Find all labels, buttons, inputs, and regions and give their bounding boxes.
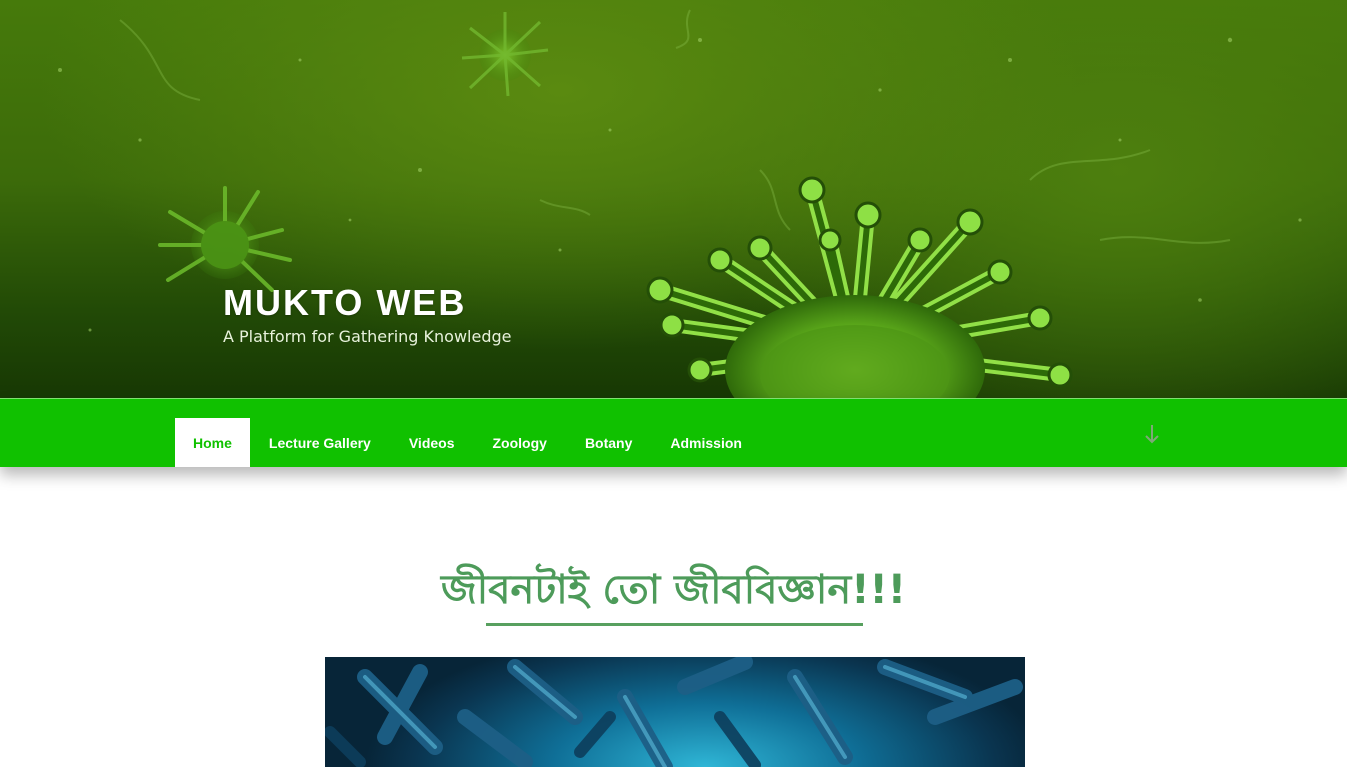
- nav-item-botany[interactable]: Botany: [566, 418, 651, 467]
- arrow-down-icon: [1145, 425, 1159, 444]
- page-heading: জীবনটাই তো জীববিজ্ঞান!!!: [441, 567, 906, 613]
- site-title[interactable]: MUKTO WEB: [223, 282, 512, 324]
- nav-item-lecture-gallery[interactable]: Lecture Gallery: [250, 418, 390, 467]
- heading-underline: [486, 623, 863, 626]
- site-tagline: A Platform for Gathering Knowledge: [223, 327, 512, 346]
- nav-item-admission[interactable]: Admission: [651, 418, 761, 467]
- virus-illustration: [58, 9, 1302, 398]
- main-navigation: Home Lecture Gallery Videos Zoology Bota…: [0, 398, 1347, 467]
- site-branding: MUKTO WEB A Platform for Gathering Knowl…: [223, 282, 512, 348]
- scroll-down-button[interactable]: [1140, 421, 1164, 447]
- page-heading-wrap: জীবনটাই তো জীববিজ্ঞান!!!: [0, 565, 1347, 615]
- nav-item-zoology[interactable]: Zoology: [474, 418, 566, 467]
- chromosome-illustration: [325, 657, 1023, 767]
- chromosome-feature-image: [325, 657, 1025, 767]
- header-hero-image: MUKTO WEB A Platform for Gathering Knowl…: [0, 0, 1347, 398]
- nav-menu: Home Lecture Gallery Videos Zoology Bota…: [175, 418, 761, 467]
- nav-item-videos[interactable]: Videos: [390, 418, 474, 467]
- nav-item-home[interactable]: Home: [175, 418, 250, 467]
